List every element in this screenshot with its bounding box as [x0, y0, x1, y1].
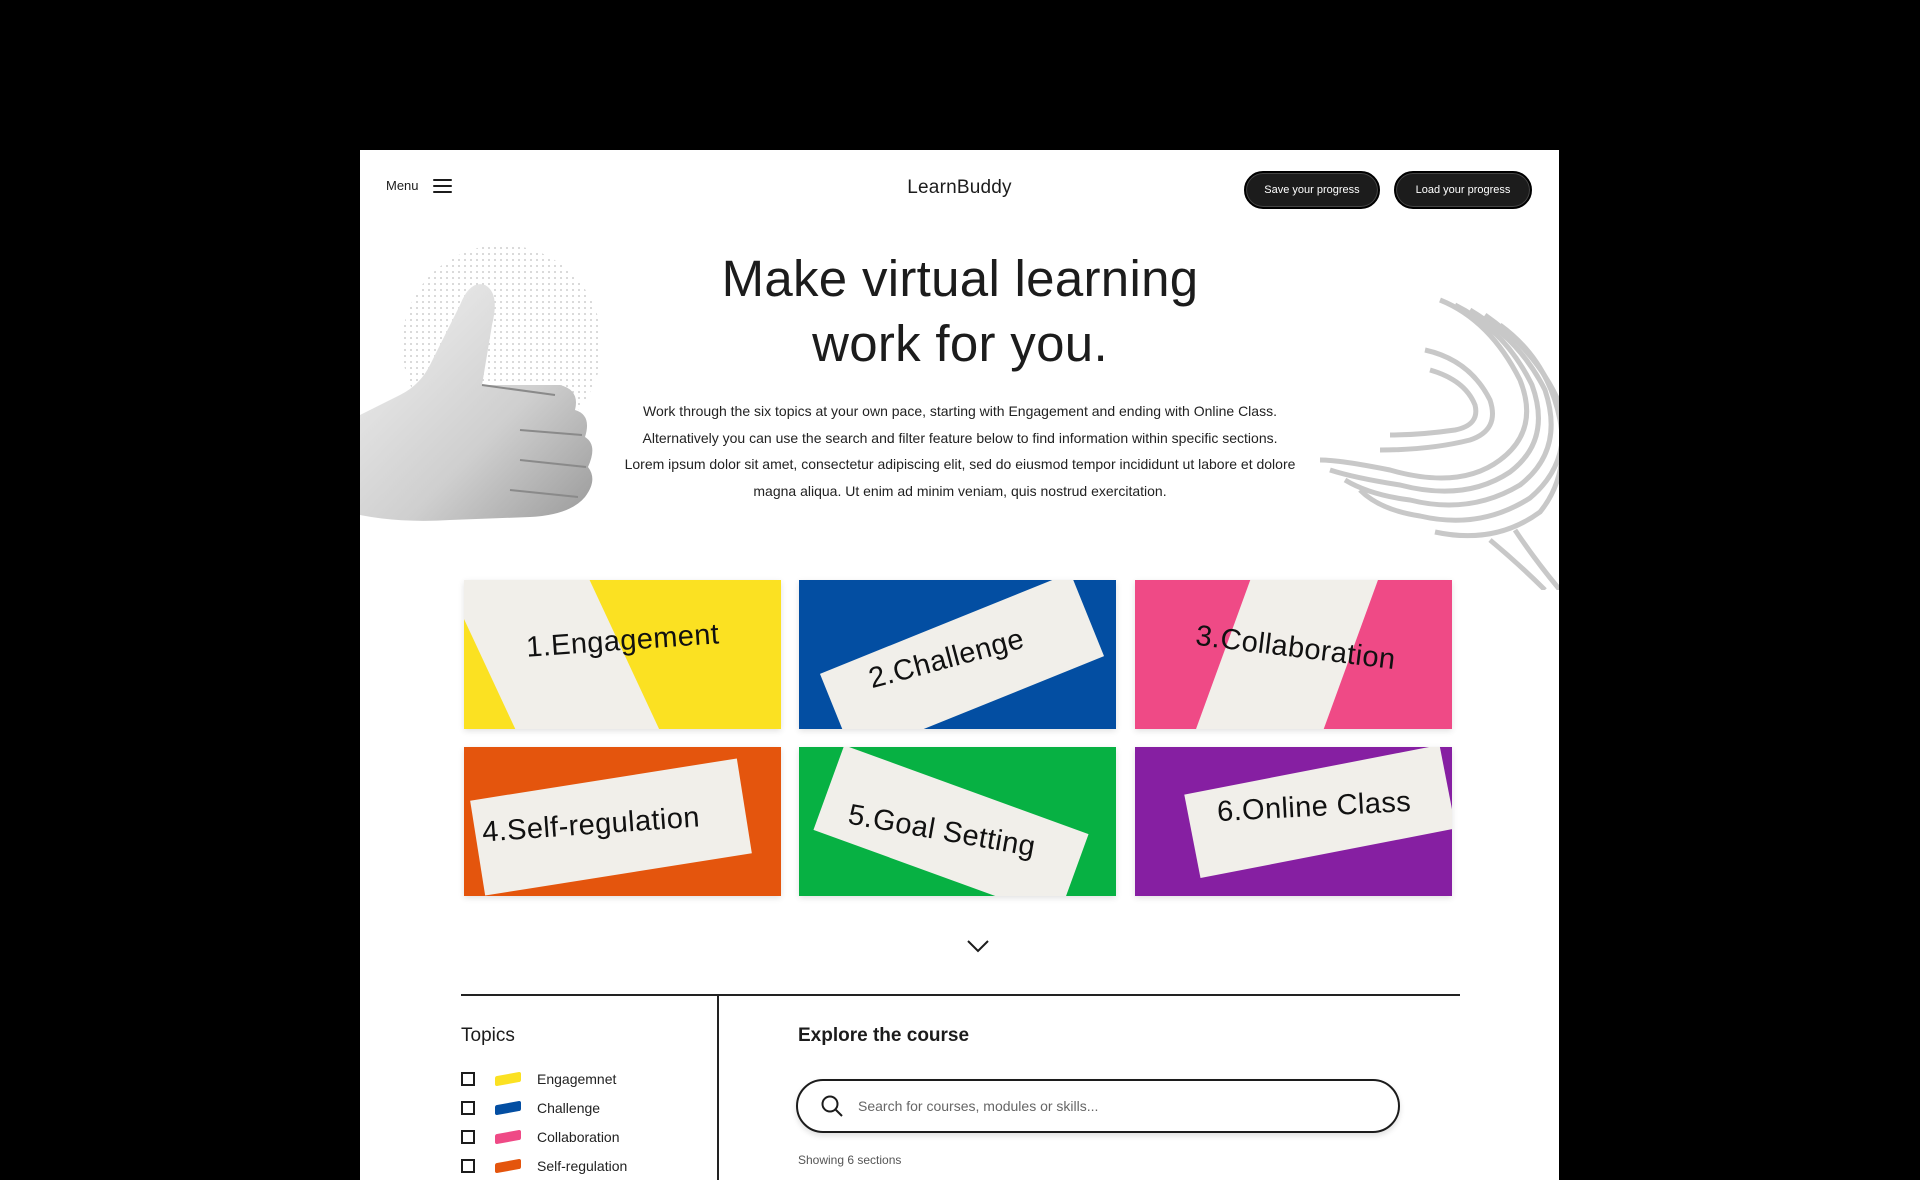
search-icon [821, 1095, 843, 1117]
topic-card-goal-setting[interactable]: 5.Goal Setting [799, 747, 1116, 896]
save-progress-button[interactable]: Save your progress [1244, 171, 1380, 209]
topic-card-collaboration[interactable]: 3.Collaboration [1135, 580, 1452, 729]
topic-card-online-class[interactable]: 6.Online Class [1135, 747, 1452, 896]
color-swatch [495, 1158, 521, 1173]
checkbox[interactable] [461, 1100, 475, 1115]
topics-title: Topics [461, 1025, 515, 1046]
section-divider [461, 994, 1460, 996]
brand-logo[interactable]: LearnBuddy [907, 177, 1011, 199]
topic-filter-label: Self-regulation [537, 1157, 628, 1174]
topic-filter-challenge[interactable]: Challenge [461, 1093, 627, 1122]
topic-card-engagement[interactable]: 1.Engagement [464, 580, 781, 729]
topic-filter-engagement[interactable]: Engagemnet [461, 1064, 627, 1093]
search-bar[interactable] [796, 1079, 1400, 1133]
explore-title: Explore the course [798, 1025, 970, 1046]
color-swatch [495, 1071, 521, 1086]
checkbox[interactable] [461, 1129, 475, 1144]
hero-title-line-2: work for you. [812, 315, 1108, 372]
color-swatch [495, 1100, 521, 1115]
results-count: Showing 6 sections [798, 1153, 902, 1167]
hero-description: Work through the six topics at your own … [624, 403, 1296, 499]
checkbox[interactable] [461, 1071, 475, 1086]
topic-filter-collaboration[interactable]: Collaboration [461, 1122, 627, 1151]
checkbox[interactable] [461, 1158, 475, 1173]
topic-filter-label: Engagemnet [537, 1070, 617, 1087]
hero-title-line-1: Make virtual learning [721, 250, 1199, 307]
topic-filter-label: Challenge [537, 1099, 601, 1116]
hero-title: Make virtual learning work for you. [560, 246, 1360, 376]
color-swatch [495, 1129, 521, 1144]
topic-card-challenge[interactable]: 2.Challenge [799, 580, 1116, 729]
topic-filter-self-regulation[interactable]: Self-regulation [461, 1151, 627, 1180]
load-progress-button[interactable]: Load your progress [1394, 171, 1532, 209]
chevron-down-icon[interactable] [966, 939, 990, 953]
topic-filter-list: Engagemnet Challenge Collaboration Self-… [461, 1064, 627, 1180]
search-input[interactable] [858, 1098, 1358, 1114]
column-divider [717, 996, 719, 1180]
page: Menu LearnBuddy Save your progress Load … [360, 150, 1559, 1180]
topic-card-self-regulation[interactable]: 4.Self-regulation [464, 747, 781, 896]
topic-filter-label: Collaboration [537, 1128, 620, 1145]
